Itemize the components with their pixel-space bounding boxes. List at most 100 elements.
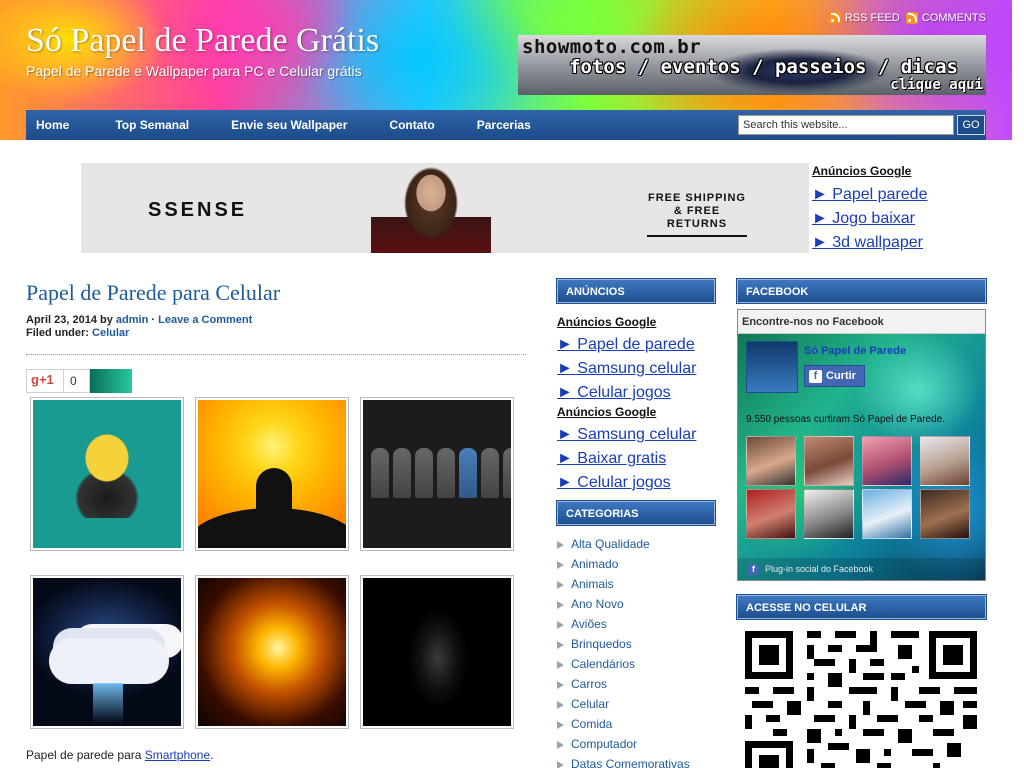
search-input[interactable] — [738, 115, 954, 135]
sidebar-right: FACEBOOK Encontre-nos no Facebook Só Pap… — [736, 278, 987, 768]
site-description: Papel de Parede e Wallpaper para PC e Ce… — [26, 63, 362, 79]
arrow-right-icon — [557, 739, 567, 749]
category-item[interactable]: Datas Comemorativas — [557, 754, 715, 768]
nav-item-top-semanal[interactable]: Top Semanal — [105, 118, 199, 132]
arrow-right-icon — [557, 679, 567, 689]
ssense-banner-ad[interactable]: SSENSE FREE SHIPPING & FREE RETURNS — [81, 163, 809, 253]
category-item[interactable]: Animais — [557, 574, 715, 594]
nav-item-contato[interactable]: Contato — [379, 118, 444, 132]
category-item[interactable]: Alta Qualidade — [557, 534, 715, 554]
leave-comment-link[interactable]: Leave a Comment — [158, 314, 252, 326]
fb-fan-avatar[interactable] — [862, 436, 912, 486]
post-author-link[interactable]: admin — [116, 314, 148, 326]
arrow-right-icon — [557, 659, 567, 669]
arrow-right-icon — [557, 759, 567, 768]
gplus-button[interactable]: g+1 — [26, 369, 64, 393]
nav-item-home[interactable]: Home — [26, 118, 79, 132]
categories-widget-title: CATEGORIAS — [556, 500, 716, 526]
ad-link-jogo-baixar[interactable]: ► Jogo baixar — [812, 207, 1002, 231]
search-button[interactable]: GO — [957, 115, 985, 135]
category-item[interactable]: Computador — [557, 734, 715, 754]
fb-footer-label: Plug-in social do Facebook — [765, 564, 874, 574]
ads-heading-1[interactable]: Anúncios Google — [557, 315, 715, 329]
ad-link-3d-wallpaper[interactable]: ► 3d wallpaper — [812, 231, 1002, 255]
category-label: Animado — [571, 557, 619, 571]
category-label: Comida — [571, 717, 613, 731]
wallpaper-thumb-sunset[interactable] — [195, 397, 349, 551]
post-category-link[interactable]: Celular — [92, 327, 129, 339]
wallpaper-thumb-cloud[interactable] — [30, 575, 184, 729]
fb-fan-avatar[interactable] — [804, 489, 854, 539]
fb-like-count: 9.550 pessoas curtiram Só Papel de Pared… — [746, 414, 946, 425]
sidebar-ad-papel-de-parede[interactable]: ► Papel de parede — [557, 333, 715, 357]
category-item[interactable]: Carros — [557, 674, 715, 694]
category-item[interactable]: Aviões — [557, 614, 715, 634]
category-label: Carros — [571, 677, 608, 691]
comments-feed-link[interactable]: COMMENTS — [905, 12, 986, 24]
meta-separator: · — [151, 314, 156, 326]
showmoto-banner-ad[interactable]: showmoto.com.br fotos / eventos / passei… — [518, 35, 986, 95]
category-item[interactable]: Celular — [557, 694, 715, 714]
fb-fan-avatar[interactable] — [920, 489, 970, 539]
fb-page-name[interactable]: Só Papel de Parede — [804, 345, 906, 357]
sidebar-ad-samsung-celular[interactable]: ► Samsung celular — [557, 357, 715, 381]
facebook-like-box: Encontre-nos no Facebook Só Papel de Par… — [737, 309, 986, 581]
post-caption: Papel de parede para Smartphone. — [26, 748, 213, 762]
category-label: Celular — [571, 697, 610, 711]
wallpaper-thumb-fire[interactable] — [195, 575, 349, 729]
ad-model-image — [371, 163, 491, 253]
nav-item-envie-wallpaper[interactable]: Envie seu Wallpaper — [221, 118, 357, 132]
category-label: Alta Qualidade — [571, 537, 650, 551]
wallpaper-thumb-people[interactable] — [360, 397, 514, 551]
category-item[interactable]: Comida — [557, 714, 715, 734]
category-label: Brinquedos — [571, 637, 632, 651]
smartphone-link[interactable]: Smartphone — [145, 748, 210, 762]
ads-heading[interactable]: Anúncios Google — [812, 164, 1002, 178]
category-item[interactable]: Ano Novo — [557, 594, 715, 614]
wallpaper-thumb-homer[interactable] — [30, 397, 184, 551]
rss-icon — [828, 12, 841, 24]
facebook-widget-title: FACEBOOK — [736, 278, 987, 304]
ad-shipping-line-1: FREE SHIPPING — [648, 192, 746, 204]
category-item[interactable]: Brinquedos — [557, 634, 715, 654]
facebook-icon: f — [809, 369, 822, 383]
category-label: Datas Comemorativas — [571, 757, 690, 768]
homer-image — [33, 400, 181, 548]
top-google-ads: Anúncios Google ► Papel parede ► Jogo ba… — [812, 164, 1002, 255]
sidebar-ad-samsung-celular-2[interactable]: ► Samsung celular — [557, 423, 715, 447]
people-row-image — [363, 400, 511, 548]
sidebar-middle: ANÚNCIOS Anúncios Google ► Papel de pare… — [556, 278, 716, 768]
wallpaper-thumb-dark[interactable] — [360, 575, 514, 729]
filed-under-label: Filed under: — [26, 327, 89, 339]
cloud-icons-image — [33, 578, 181, 726]
banner-cta: clique aqui — [890, 77, 983, 93]
qr-code-image[interactable] — [745, 631, 977, 768]
fb-fan-avatar[interactable] — [862, 489, 912, 539]
sidebar-ad-celular-jogos[interactable]: ► Celular jogos — [557, 381, 715, 405]
sidebar-ad-baixar-gratis[interactable]: ► Baixar gratis — [557, 447, 715, 471]
fb-faces-grid — [746, 436, 980, 539]
ssense-logo: SSENSE — [148, 199, 248, 221]
fb-fan-avatar[interactable] — [746, 436, 796, 486]
fb-fan-avatar[interactable] — [920, 436, 970, 486]
fb-fan-avatar[interactable] — [804, 436, 854, 486]
ads-heading-2[interactable]: Anúncios Google — [557, 405, 715, 419]
fb-box-header: Encontre-nos no Facebook — [738, 310, 985, 334]
sidebar-ad-celular-jogos-2[interactable]: ► Celular jogos — [557, 471, 715, 495]
category-item[interactable]: Calendários — [557, 654, 715, 674]
fb-like-button[interactable]: f Curtir — [804, 365, 865, 387]
ad-link-papel-parede[interactable]: ► Papel parede — [812, 183, 1002, 207]
caption-prefix: Papel de parede para — [26, 748, 145, 762]
rss-feed-link[interactable]: RSS FEED — [828, 12, 900, 24]
gplus-count: 0 — [64, 369, 90, 393]
category-label: Animais — [571, 577, 614, 591]
category-label: Aviões — [571, 617, 607, 631]
nav-item-parcerias[interactable]: Parcerias — [467, 118, 541, 132]
post-title[interactable]: Papel de Parede para Celular — [26, 280, 526, 306]
site-title[interactable]: Só Papel de Parede Grátis — [26, 22, 379, 60]
mobile-widget-title: ACESSE NO CELULAR — [736, 594, 987, 620]
fb-page-avatar[interactable] — [746, 341, 798, 393]
category-item[interactable]: Animado — [557, 554, 715, 574]
category-label: Ano Novo — [571, 597, 624, 611]
fb-fan-avatar[interactable] — [746, 489, 796, 539]
